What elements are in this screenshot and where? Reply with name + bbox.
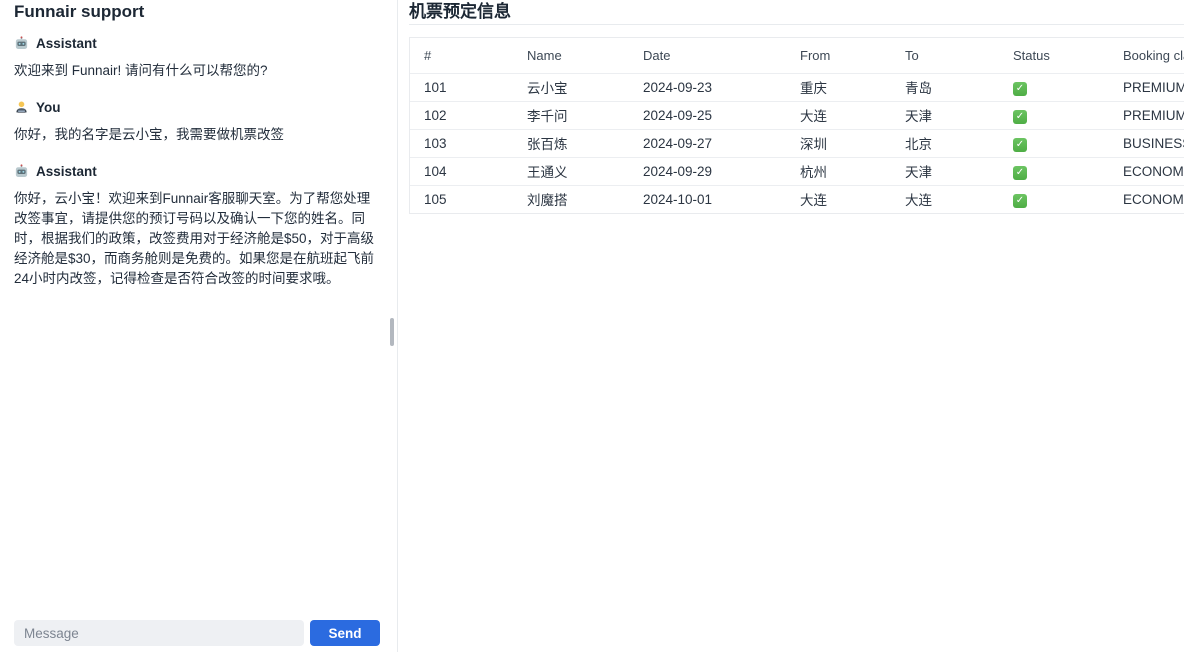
bookings-title: 机票预定信息 — [409, 2, 1184, 22]
column-header[interactable]: Status — [999, 38, 1109, 73]
message-author: Assistant — [36, 36, 97, 51]
robot-icon — [14, 164, 29, 179]
table-row[interactable]: 103张百炼2024-09-27深圳北京 ✓ BUSINESS — [410, 129, 1184, 157]
cell-status: ✓ — [999, 185, 1109, 213]
chat-message: You 你好，我的名字是云小宝，我需要做机票改签 — [14, 100, 377, 145]
cell-to: 北京 — [891, 129, 999, 157]
status-confirmed-icon: ✓ — [1013, 194, 1027, 208]
cell-from: 重庆 — [786, 73, 891, 101]
cell-to: 青岛 — [891, 73, 999, 101]
message-input[interactable] — [14, 620, 304, 646]
cell-booking_class: ECONOMY — [1109, 157, 1184, 185]
table-header-row: #NameDateFromToStatusBooking class — [410, 38, 1184, 73]
chat-message: Assistant 你好，云小宝！欢迎来到Funnair客服聊天室。为了帮您处理改… — [14, 164, 377, 289]
cell-date: 2024-09-27 — [629, 129, 786, 157]
cell-date: 2024-09-25 — [629, 101, 786, 129]
column-header[interactable]: Name — [513, 38, 629, 73]
status-confirmed-icon: ✓ — [1013, 82, 1027, 96]
cell-name: 李千问 — [513, 101, 629, 129]
cell-from: 大连 — [786, 101, 891, 129]
message-list: Assistant 欢迎来到 Funnair! 请问有什么可以帮您的? You 你好，… — [0, 22, 397, 620]
bookings-panel: 机票预定信息 #NameDateFromToStatusBooking clas… — [398, 0, 1184, 652]
cell-number: 104 — [410, 157, 513, 185]
cell-booking_class: BUSINESS — [1109, 129, 1184, 157]
cell-booking_class: PREMIUM_ECONOMY — [1109, 73, 1184, 101]
cell-number: 105 — [410, 185, 513, 213]
column-header[interactable]: Date — [629, 38, 786, 73]
cell-number: 102 — [410, 101, 513, 129]
cell-name: 张百炼 — [513, 129, 629, 157]
cell-number: 101 — [410, 73, 513, 101]
cell-date: 2024-10-01 — [629, 185, 786, 213]
column-header[interactable]: Booking class — [1109, 38, 1184, 73]
cell-to: 大连 — [891, 185, 999, 213]
column-header[interactable]: # — [410, 38, 513, 73]
cell-from: 杭州 — [786, 157, 891, 185]
send-button[interactable]: Send — [310, 620, 380, 646]
message-author: Assistant — [36, 164, 97, 179]
bookings-table: #NameDateFromToStatusBooking class 101云小… — [410, 38, 1184, 213]
app-window: Funnair support Assistant 欢迎来到 Funnair! 请… — [0, 0, 1184, 652]
cell-booking_class: PREMIUM_ECONOMY — [1109, 101, 1184, 129]
bookings-grid: #NameDateFromToStatusBooking class 101云小… — [409, 37, 1184, 214]
technologist-icon — [14, 100, 29, 115]
cell-number: 103 — [410, 129, 513, 157]
status-confirmed-icon: ✓ — [1013, 166, 1027, 180]
message-header: Assistant — [14, 36, 377, 51]
status-confirmed-icon: ✓ — [1013, 138, 1027, 152]
status-confirmed-icon: ✓ — [1013, 110, 1027, 124]
table-row[interactable]: 101云小宝2024-09-23重庆青岛 ✓ PREMIUM_ECONOMY — [410, 73, 1184, 101]
cell-name: 刘魔搭 — [513, 185, 629, 213]
cell-to: 天津 — [891, 101, 999, 129]
cell-status: ✓ — [999, 101, 1109, 129]
message-text: 你好，云小宝！欢迎来到Funnair客服聊天室。为了帮您处理改签事宜，请提供您的… — [14, 189, 377, 289]
chat-panel: Funnair support Assistant 欢迎来到 Funnair! 请… — [0, 0, 398, 652]
message-text: 欢迎来到 Funnair! 请问有什么可以帮您的? — [14, 61, 377, 81]
message-author: You — [36, 100, 61, 115]
column-header[interactable]: From — [786, 38, 891, 73]
cell-name: 王通义 — [513, 157, 629, 185]
table-body: 101云小宝2024-09-23重庆青岛✓PREMIUM_ECONOMY102李… — [410, 73, 1184, 213]
cell-from: 深圳 — [786, 129, 891, 157]
message-text: 你好，我的名字是云小宝，我需要做机票改签 — [14, 125, 377, 145]
chat-scrollbar-thumb[interactable] — [390, 318, 394, 346]
chat-input-row: Send — [0, 620, 397, 652]
cell-from: 大连 — [786, 185, 891, 213]
robot-icon — [14, 36, 29, 51]
cell-booking_class: ECONOMY — [1109, 185, 1184, 213]
chat-message: Assistant 欢迎来到 Funnair! 请问有什么可以帮您的? — [14, 36, 377, 81]
chat-title: Funnair support — [0, 0, 397, 22]
cell-to: 天津 — [891, 157, 999, 185]
cell-name: 云小宝 — [513, 73, 629, 101]
cell-status: ✓ — [999, 73, 1109, 101]
table-row[interactable]: 105刘魔搭2024-10-01大连大连✓ECONOMY — [410, 185, 1184, 213]
cell-date: 2024-09-23 — [629, 73, 786, 101]
table-row[interactable]: 104王通义2024-09-29杭州天津 ✓ ECONOMY — [410, 157, 1184, 185]
message-header: You — [14, 100, 377, 115]
table-row[interactable]: 102李千问2024-09-25大连天津 ✓ PREMIUM_ECONOMY — [410, 101, 1184, 129]
column-header[interactable]: To — [891, 38, 999, 73]
cell-status: ✓ — [999, 157, 1109, 185]
cell-date: 2024-09-29 — [629, 157, 786, 185]
bookings-title-bar: 机票预定信息 — [409, 0, 1184, 25]
message-header: Assistant — [14, 164, 377, 179]
cell-status: ✓ — [999, 129, 1109, 157]
